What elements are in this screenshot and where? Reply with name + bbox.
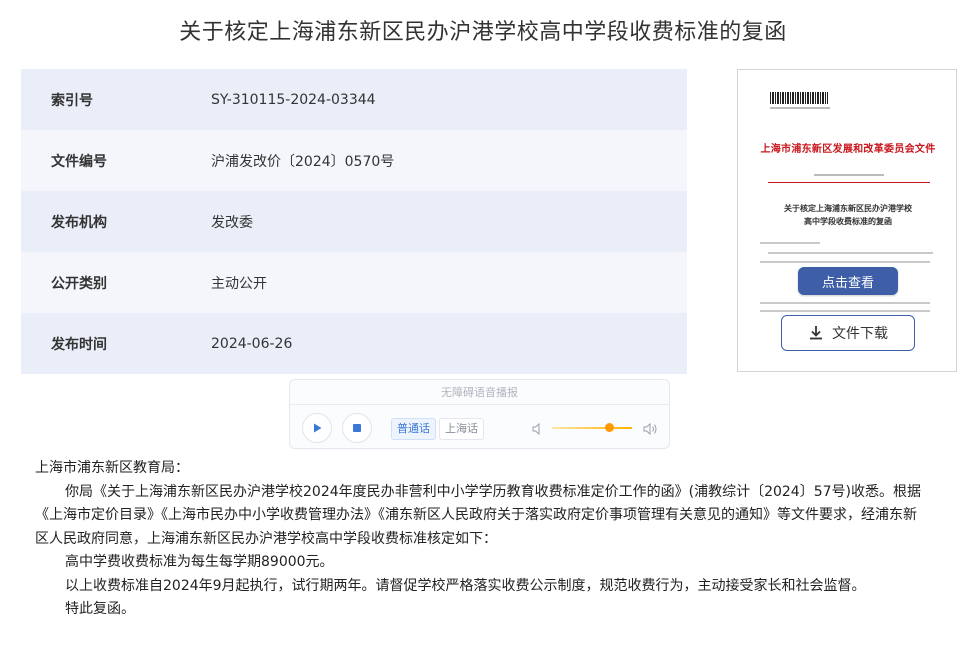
metadata-table: 索引号 SY-310115-2024-03344 文件编号 沪浦发改价〔2024… [21, 69, 687, 374]
document-subtitle-line: 关于核定上海浦东新区民办沪港学校 [784, 203, 912, 213]
text-line [760, 242, 820, 244]
meta-value: SY-310115-2024-03344 [211, 91, 376, 108]
download-icon [808, 325, 824, 341]
document-number-line [814, 174, 884, 176]
stop-button[interactable] [342, 413, 372, 443]
meta-value: 沪浦发改价〔2024〕0570号 [211, 153, 395, 170]
meta-row-category: 公开类别 主动公开 [21, 252, 687, 313]
download-button[interactable]: 文件下载 [781, 315, 915, 351]
volume-high-icon[interactable] [642, 421, 658, 440]
document-subtitle-line: 高中学段收费标准的复函 [804, 216, 892, 226]
text-line [760, 302, 930, 304]
text-line [760, 310, 930, 312]
meta-key: 发布时间 [51, 336, 107, 353]
meta-row-publisher: 发布机构 发改委 [21, 191, 687, 252]
meta-value: 2024-06-26 [211, 335, 293, 352]
play-button[interactable] [302, 413, 332, 443]
document-preview[interactable]: 上海市浦东新区发展和改革委员会文件 关于核定上海浦东新区民办沪港学校 高中学段收… [737, 69, 957, 372]
volume-knob[interactable] [605, 423, 615, 432]
body-paragraph: 以上收费标准自2024年9月起执行，试行期两年。请督促学校严格落实收费公示制度，… [65, 577, 866, 594]
meta-key: 文件编号 [51, 153, 107, 170]
body-paragraph: 你局《关于上海浦东新区民办沪港学校2024年度民办非营利中小学学历教育收费标准定… [35, 483, 921, 547]
meta-row-index: 索引号 SY-310115-2024-03344 [21, 69, 687, 130]
text-line [768, 252, 933, 254]
meta-key: 公开类别 [51, 275, 107, 292]
text-line [760, 261, 930, 263]
stop-icon [353, 424, 361, 432]
play-icon [314, 423, 322, 433]
meta-value: 发改委 [211, 214, 253, 231]
download-label: 文件下载 [832, 326, 888, 342]
barcode-number [770, 107, 830, 109]
page-title: 关于核定上海浦东新区民办沪港学校高中学段收费标准的复函 [179, 20, 787, 45]
player-divider [290, 404, 669, 405]
document-subtitle: 关于核定上海浦东新区民办沪港学校 高中学段收费标准的复函 [738, 202, 956, 228]
barcode-icon [770, 92, 828, 104]
body-paragraph: 高中学费收费标准为每生每学期89000元。 [65, 554, 334, 570]
dialect-shanghainese[interactable]: 上海话 [439, 418, 484, 440]
audio-player: 无障碍语音播报 普通话 上海话 [289, 379, 670, 449]
meta-row-publish-date: 发布时间 2024-06-26 [21, 313, 687, 374]
red-divider [768, 182, 930, 183]
meta-value: 主动公开 [211, 275, 267, 292]
volume-low-icon[interactable] [531, 421, 545, 440]
view-button[interactable]: 点击查看 [798, 267, 898, 295]
closing: 特此复函。 [65, 601, 135, 617]
player-title: 无障碍语音播报 [441, 386, 518, 399]
volume-slider[interactable] [552, 427, 632, 429]
dialect-mandarin[interactable]: 普通话 [391, 418, 436, 440]
document-header: 上海市浦东新区发展和改革委员会文件 [760, 144, 936, 155]
meta-key: 索引号 [51, 92, 93, 109]
salutation: 上海市浦东新区教育局： [35, 460, 189, 476]
meta-key: 发布机构 [51, 214, 107, 231]
letter-body: 上海市浦东新区教育局： 你局《关于上海浦东新区民办沪港学校2024年度民办非营利… [35, 457, 927, 622]
meta-row-doc-number: 文件编号 沪浦发改价〔2024〕0570号 [21, 130, 687, 191]
